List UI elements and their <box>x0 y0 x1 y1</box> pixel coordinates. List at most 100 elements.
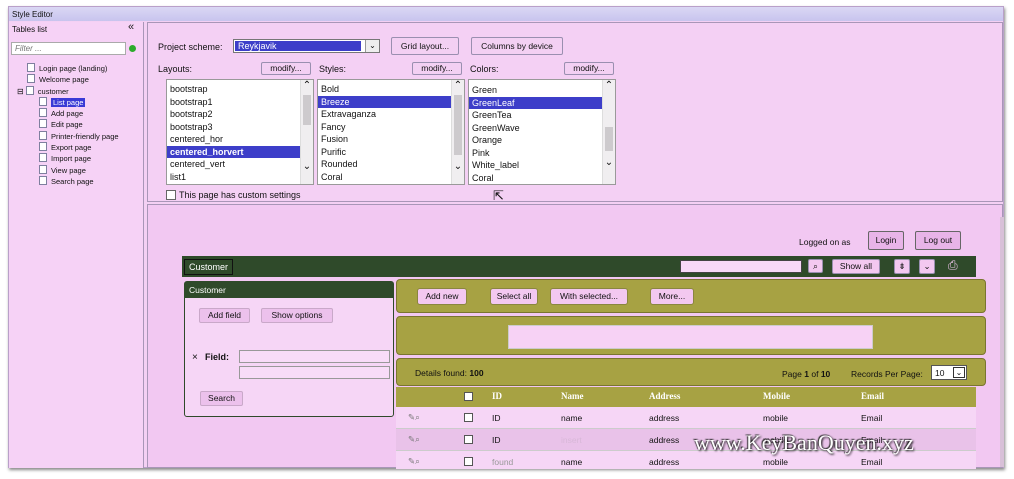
chevron-up-icon[interactable]: ⌃ <box>603 80 615 91</box>
list-item[interactable]: bootstrap1 <box>167 96 300 109</box>
pages-tree: Login page (landing) Welcome page ⊟ cust… <box>17 63 142 187</box>
row-checkbox[interactable] <box>464 457 473 466</box>
watermark-text: www.KeyBanQuyen.xyz <box>694 430 914 455</box>
styles-modify-button[interactable]: modify... <box>412 62 462 75</box>
tree-item-list-page[interactable]: List page <box>17 96 142 108</box>
columns-by-device-button[interactable]: Columns by device <box>471 37 563 55</box>
pin-icon[interactable]: ⇟ <box>894 259 910 274</box>
message-area <box>508 325 873 349</box>
field-value-input[interactable] <box>239 366 390 379</box>
collapse-panel-icon[interactable]: « <box>128 21 134 33</box>
with-selected-button[interactable]: With selected... <box>550 288 628 305</box>
grid-layout-button[interactable]: Grid layout... <box>391 37 459 55</box>
colors-modify-button[interactable]: modify... <box>564 62 614 75</box>
scroll-thumb[interactable] <box>605 127 613 151</box>
list-item[interactable]: Pink <box>469 147 602 160</box>
list-item[interactable]: GreenWave <box>469 122 602 135</box>
styles-listbox[interactable]: Bold Breeze Extravaganza Fancy Fusion Pu… <box>317 79 465 185</box>
list-item-selected[interactable]: centered_horvert <box>167 145 300 158</box>
tree-item-login[interactable]: Login page (landing) <box>17 63 142 74</box>
chevron-down-icon[interactable]: ⌄ <box>452 161 464 172</box>
chevron-up-icon[interactable]: ⌃ <box>452 80 464 91</box>
preview-scrollbar[interactable] <box>1000 217 1004 467</box>
list-item[interactable]: bootstrap <box>167 83 300 96</box>
colors-scrollbar[interactable]: ⌃ ⌄ <box>602 80 615 184</box>
more-button[interactable]: More... <box>650 288 694 305</box>
column-header-email[interactable]: Email <box>861 391 884 401</box>
list-item[interactable]: centered_hor <box>167 133 300 146</box>
list-item[interactable]: Fusion <box>318 133 451 146</box>
list-item[interactable]: Coral <box>318 171 451 184</box>
show-all-button[interactable]: Show all <box>832 259 880 274</box>
list-item[interactable]: centered_vert <box>167 158 300 171</box>
search-button[interactable]: Search <box>200 391 243 406</box>
row-checkbox[interactable] <box>464 435 473 444</box>
layouts-listbox[interactable]: bootstrap bootstrap1 bootstrap2 bootstra… <box>166 79 314 185</box>
list-item[interactable]: Bold <box>318 83 451 96</box>
select-all-checkbox[interactable] <box>464 392 473 401</box>
table-name: Customer <box>184 259 234 275</box>
print-icon[interactable]: ⎙ <box>948 258 958 273</box>
layouts-scrollbar[interactable]: ⌃ ⌄ <box>300 80 313 184</box>
search-page-icon <box>39 175 47 185</box>
list-item[interactable]: Fancy <box>318 121 451 134</box>
scroll-thumb[interactable] <box>454 95 462 155</box>
search-icon[interactable]: ⌕ <box>808 259 823 273</box>
row-checkbox[interactable] <box>464 413 473 422</box>
colors-listbox[interactable]: Green GreenLeaf GreenTea GreenWave Orang… <box>468 79 616 185</box>
records-per-page-select[interactable]: 10 ⌄ <box>931 365 967 380</box>
layouts-modify-button[interactable]: modify... <box>261 62 311 75</box>
scroll-thumb[interactable] <box>303 95 311 125</box>
project-scheme-select[interactable]: Reykjavik ⌄ <box>233 39 380 53</box>
edit-view-icons[interactable]: ✎⌕ <box>408 456 420 467</box>
list-item-selected[interactable]: GreenLeaf <box>469 96 602 109</box>
list-item[interactable]: White_label <box>469 159 602 172</box>
show-options-button[interactable]: Show options <box>261 308 333 323</box>
list-item[interactable]: GreenTea <box>469 109 602 122</box>
edit-view-icons[interactable]: ✎⌕ <box>408 412 420 423</box>
cell-email: Email <box>861 413 883 423</box>
chevron-down-icon[interactable]: ⌄ <box>919 259 935 274</box>
add-new-button[interactable]: Add new <box>417 288 467 305</box>
list-item-selected[interactable]: Breeze <box>318 95 451 108</box>
list-item[interactable]: Extravaganza <box>318 108 451 121</box>
filter-input[interactable]: Filter ... <box>11 42 126 55</box>
chevron-down-icon[interactable]: ⌄ <box>603 157 615 168</box>
list-item[interactable]: Rounded <box>318 158 451 171</box>
edit-view-icons[interactable]: ✎⌕ <box>408 434 420 445</box>
tree-item-edit-page[interactable]: Edit page <box>17 119 142 130</box>
tree-item-export-page[interactable]: Export page <box>17 142 142 153</box>
list-item[interactable]: Purific <box>318 146 451 159</box>
column-header-name[interactable]: Name <box>561 391 584 401</box>
custom-settings-checkbox[interactable] <box>166 190 176 200</box>
list-item[interactable]: Green <box>469 84 602 97</box>
list-item[interactable]: bootstrap3 <box>167 121 300 134</box>
search-input[interactable] <box>680 260 802 273</box>
logout-button[interactable]: Log out <box>915 231 961 250</box>
column-header-id[interactable]: ID <box>492 391 502 401</box>
chevron-up-icon[interactable]: ⌃ <box>301 80 313 91</box>
column-header-mobile[interactable]: Mobile <box>763 391 790 401</box>
tree-item-printer-page[interactable]: Printer-friendly page <box>17 130 142 142</box>
remove-field-icon[interactable]: × <box>192 352 198 363</box>
list-item[interactable]: list1 <box>167 171 300 184</box>
chevron-down-icon[interactable]: ⌄ <box>301 161 313 172</box>
tree-item-add-page[interactable]: Add page <box>17 108 142 119</box>
field-select[interactable] <box>239 350 390 363</box>
page-icon <box>39 96 47 106</box>
select-all-button[interactable]: Select all <box>490 288 538 305</box>
login-button[interactable]: Login <box>868 231 904 250</box>
tree-item-customer[interactable]: ⊟ customer <box>17 85 142 97</box>
tree-item-import-page[interactable]: Import page <box>17 153 142 164</box>
table-row[interactable]: ✎⌕ ID name address mobile Email <box>396 407 976 429</box>
tree-item-welcome[interactable]: Welcome page <box>17 74 142 85</box>
list-item[interactable]: Orange <box>469 134 602 147</box>
add-field-button[interactable]: Add field <box>199 308 250 323</box>
collapse-node-icon[interactable]: ⊟ <box>17 87 24 96</box>
tree-item-search-page[interactable]: Search page <box>17 175 142 187</box>
list-item[interactable]: Coral <box>469 172 602 185</box>
tree-item-view-page[interactable]: View page <box>17 164 142 176</box>
styles-scrollbar[interactable]: ⌃ ⌄ <box>451 80 464 184</box>
column-header-address[interactable]: Address <box>649 391 680 401</box>
list-item[interactable]: bootstrap2 <box>167 108 300 121</box>
